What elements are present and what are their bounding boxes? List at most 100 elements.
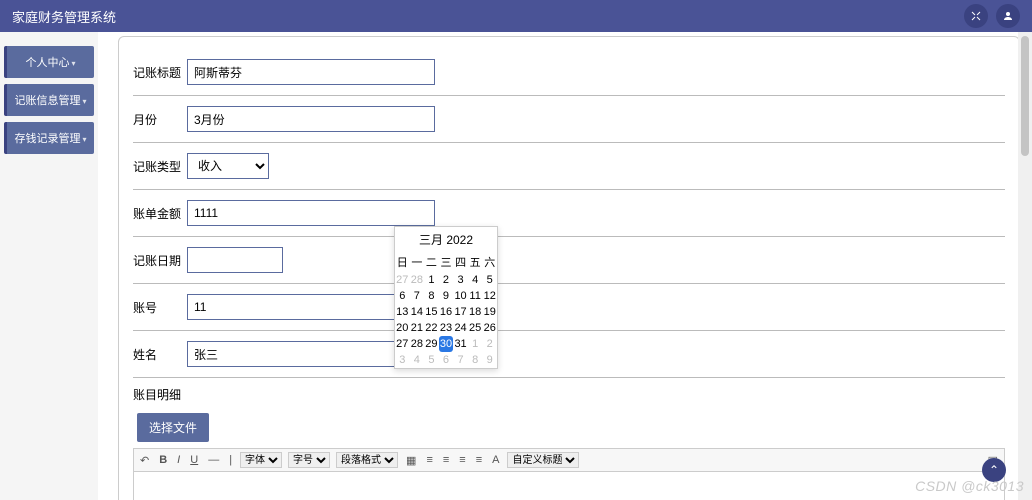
dp-day[interactable]: 6	[395, 288, 410, 304]
name-label: 姓名	[133, 346, 187, 363]
detail-label: 账目明细	[133, 378, 1005, 409]
user-icon	[1002, 10, 1014, 22]
type-select[interactable]: 收入	[187, 153, 269, 179]
dp-day[interactable]: 22	[424, 320, 439, 336]
dp-day[interactable]: 8	[468, 352, 483, 368]
dp-day[interactable]: 7	[453, 352, 468, 368]
font-select[interactable]: 字体	[240, 452, 282, 468]
editor-toolbar: ↶ B I U — | 字体 字号 段落格式 ▦ ≡ ≡ ≡ ≡ A 自定义标题…	[133, 448, 1005, 472]
editor-textarea[interactable]	[133, 472, 1005, 500]
dp-day[interactable]: 14	[410, 304, 425, 320]
fullscreen-button[interactable]	[964, 4, 988, 28]
dp-day[interactable]: 20	[395, 320, 410, 336]
title-input[interactable]	[187, 59, 435, 85]
dp-dow: 五	[468, 252, 483, 272]
dp-day[interactable]: 2	[482, 336, 497, 352]
size-select[interactable]: 字号	[288, 452, 330, 468]
expand-icon	[970, 10, 982, 22]
dp-day[interactable]: 28	[410, 272, 425, 288]
datepicker-title: 三月 2022	[395, 227, 497, 252]
dp-day[interactable]: 3	[453, 272, 468, 288]
align-left-icon[interactable]: ≡	[424, 454, 434, 466]
dp-day[interactable]: 24	[453, 320, 468, 336]
amount-input[interactable]	[187, 200, 435, 226]
underline-icon[interactable]: U	[188, 454, 200, 466]
dp-day[interactable]: 25	[468, 320, 483, 336]
custom-select[interactable]: 自定义标题	[507, 452, 579, 468]
dp-dow: 四	[453, 252, 468, 272]
align-center-icon[interactable]: ≡	[441, 454, 451, 466]
month-input[interactable]	[187, 106, 435, 132]
dp-day[interactable]: 3	[395, 352, 410, 368]
dp-day[interactable]: 18	[468, 304, 483, 320]
dp-day[interactable]: 17	[453, 304, 468, 320]
dp-day[interactable]: 7	[410, 288, 425, 304]
undo-icon[interactable]: ↶	[138, 454, 151, 467]
month-label: 月份	[133, 111, 187, 128]
dp-dow: 一	[410, 252, 425, 272]
dp-day[interactable]: 9	[439, 288, 454, 304]
chevron-up-icon: ⌃	[989, 463, 999, 477]
dp-dow: 三	[439, 252, 454, 272]
strike-icon[interactable]: —	[206, 454, 221, 466]
sidebar-item-label: 个人中心	[25, 57, 69, 69]
dp-day[interactable]: 30	[439, 336, 454, 352]
dp-day[interactable]: 5	[482, 272, 497, 288]
dp-day[interactable]: 15	[424, 304, 439, 320]
italic-icon[interactable]: I	[175, 454, 182, 466]
dp-day[interactable]: 4	[468, 272, 483, 288]
dp-day[interactable]: 12	[482, 288, 497, 304]
form-card: 记账标题 月份 记账类型 收入 账单金额 记账日期 账号	[118, 36, 1020, 500]
dp-dow: 二	[424, 252, 439, 272]
para-select[interactable]: 段落格式	[336, 452, 398, 468]
dp-day[interactable]: 21	[410, 320, 425, 336]
dp-day[interactable]: 6	[439, 352, 454, 368]
table-icon[interactable]: ▦	[404, 454, 418, 467]
dp-day[interactable]: 1	[424, 272, 439, 288]
sidebar-item-label: 记账信息管理	[14, 95, 80, 107]
dp-day[interactable]: 4	[410, 352, 425, 368]
user-button[interactable]	[996, 4, 1020, 28]
topbar: 家庭财务管理系统	[0, 0, 1032, 32]
bold-icon[interactable]: B	[157, 454, 169, 466]
dp-day[interactable]: 10	[453, 288, 468, 304]
dp-day[interactable]: 9	[482, 352, 497, 368]
dp-day[interactable]: 5	[424, 352, 439, 368]
dp-day[interactable]: 11	[468, 288, 483, 304]
dp-day[interactable]: 8	[424, 288, 439, 304]
topbar-actions	[964, 4, 1020, 28]
dp-day[interactable]: 29	[424, 336, 439, 352]
dp-dow: 六	[482, 252, 497, 272]
scrollbar-thumb[interactable]	[1021, 36, 1029, 156]
scroll-top-button[interactable]: ⌃	[982, 458, 1006, 482]
dp-day[interactable]: 27	[395, 272, 410, 288]
type-label: 记账类型	[133, 158, 187, 175]
sidebar-item-ledger[interactable]: 记账信息管理	[4, 84, 94, 116]
sidebar-item-personal[interactable]: 个人中心	[4, 46, 94, 78]
font-color-icon[interactable]: A	[490, 454, 501, 466]
acct-label: 账号	[133, 299, 187, 316]
app-title: 家庭财务管理系统	[12, 7, 116, 26]
dp-day[interactable]: 13	[395, 304, 410, 320]
dp-day[interactable]: 26	[482, 320, 497, 336]
align-right-icon[interactable]: ≡	[457, 454, 467, 466]
date-input[interactable]	[187, 247, 283, 273]
datepicker[interactable]: 三月 2022 日一二三四五六 272812345678910111213141…	[394, 226, 498, 369]
dp-day[interactable]: 27	[395, 336, 410, 352]
dp-day[interactable]: 23	[439, 320, 454, 336]
title-label: 记账标题	[133, 64, 187, 81]
dp-day[interactable]: 31	[453, 336, 468, 352]
sidebar: 个人中心 记账信息管理 存钱记录管理	[0, 32, 98, 500]
dp-day[interactable]: 1	[468, 336, 483, 352]
sidebar-item-label: 存钱记录管理	[14, 133, 80, 145]
dp-dow: 日	[395, 252, 410, 272]
dp-day[interactable]: 16	[439, 304, 454, 320]
dp-day[interactable]: 19	[482, 304, 497, 320]
choose-file-button[interactable]: 选择文件	[137, 413, 209, 442]
amount-label: 账单金额	[133, 205, 187, 222]
sidebar-item-savings[interactable]: 存钱记录管理	[4, 122, 94, 154]
dp-day[interactable]: 28	[410, 336, 425, 352]
date-label: 记账日期	[133, 252, 187, 269]
align-justify-icon[interactable]: ≡	[474, 454, 484, 466]
dp-day[interactable]: 2	[439, 272, 454, 288]
